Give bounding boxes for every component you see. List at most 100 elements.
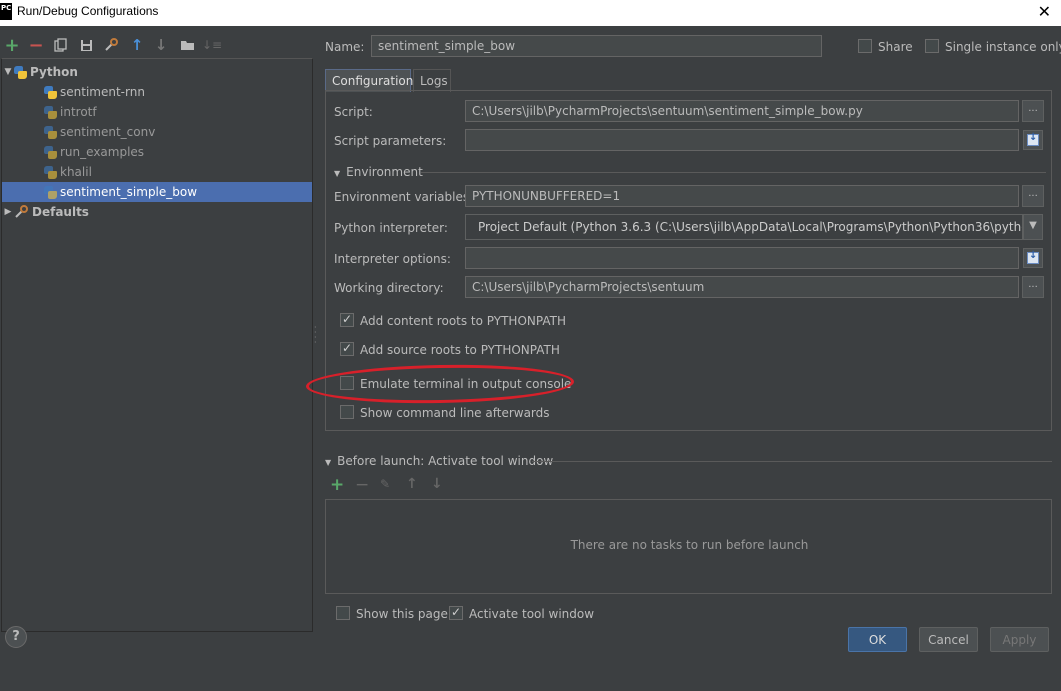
- python-icon: [14, 65, 27, 79]
- python-interpreter-select[interactable]: Project Default (Python 3.6.3 (C:\Users\…: [465, 214, 1023, 240]
- add-content-roots-checkbox[interactable]: ✓: [340, 313, 354, 327]
- tree-item-selected[interactable]: sentiment_simple_bow: [2, 182, 312, 202]
- ok-button[interactable]: OK: [848, 627, 907, 652]
- edit-defaults-icon[interactable]: [102, 34, 120, 56]
- working-directory-browse-button[interactable]: ...: [1022, 276, 1044, 298]
- expanded-arrow-icon: ▼: [334, 169, 341, 178]
- single-instance-label: Single instance only: [945, 40, 1061, 54]
- script-browse-button[interactable]: ...: [1022, 100, 1044, 122]
- single-instance-checkbox[interactable]: [925, 39, 939, 53]
- title-bar: PC Run/Debug Configurations ✕: [0, 0, 1061, 26]
- expanded-arrow-icon[interactable]: ▼: [2, 67, 14, 77]
- move-up-icon[interactable]: ↑: [406, 476, 418, 492]
- python-icon: [44, 165, 57, 179]
- script-parameters-label: Script parameters:: [334, 134, 447, 148]
- working-directory-field[interactable]: C:\Users\jilb\PycharmProjects\sentuum: [465, 276, 1019, 298]
- tree-item-label: introtf: [60, 105, 97, 119]
- share-label: Share: [878, 40, 913, 54]
- tree-group-label: Defaults: [32, 205, 89, 219]
- emulate-terminal-label: Emulate terminal in output console: [360, 377, 572, 391]
- empty-tasks-message: There are no tasks to run before launch: [570, 538, 809, 552]
- tree-item[interactable]: sentiment-rnn: [2, 82, 312, 102]
- close-icon[interactable]: ✕: [1038, 2, 1051, 21]
- copy-icon[interactable]: [52, 34, 70, 56]
- help-icon[interactable]: ?: [5, 626, 27, 648]
- tree-item-label: sentiment_conv: [60, 125, 156, 139]
- move-down-icon[interactable]: ↓: [152, 34, 170, 56]
- section-divider: [421, 172, 1046, 173]
- expand-field-icon[interactable]: [1023, 130, 1043, 150]
- python-icon: [44, 125, 57, 139]
- python-interpreter-label: Python interpreter:: [334, 221, 448, 235]
- add-content-roots-label: Add content roots to PYTHONPATH: [360, 314, 566, 328]
- sort-icon[interactable]: ↓≡: [202, 34, 222, 56]
- show-command-line-label: Show command line afterwards: [360, 406, 550, 420]
- interpreter-options-field[interactable]: [465, 247, 1019, 269]
- emulate-terminal-checkbox[interactable]: [340, 376, 354, 390]
- show-this-page-checkbox[interactable]: [336, 606, 350, 620]
- sidebar-toolbar: + − ↑ ↓ ↓≡: [0, 34, 318, 56]
- tab-configuration[interactable]: Configuration: [325, 69, 413, 92]
- share-checkbox[interactable]: [858, 39, 872, 53]
- pycharm-app-icon: PC: [0, 3, 12, 20]
- folder-icon[interactable]: [178, 34, 196, 56]
- tree-item-label: run_examples: [60, 145, 145, 159]
- edit-icon[interactable]: ✎: [380, 477, 390, 491]
- add-source-roots-checkbox[interactable]: ✓: [340, 342, 354, 356]
- before-launch-section-toggle[interactable]: ▼ Before launch: Activate tool window: [325, 454, 553, 468]
- save-icon[interactable]: [77, 34, 95, 56]
- working-directory-label: Working directory:: [334, 281, 444, 295]
- remove-icon[interactable]: −: [27, 34, 45, 56]
- python-icon: [44, 185, 57, 199]
- tab-logs[interactable]: Logs: [413, 69, 451, 92]
- activate-tool-window-checkbox[interactable]: ✓: [449, 606, 463, 620]
- add-icon[interactable]: +: [330, 475, 344, 495]
- add-icon[interactable]: +: [3, 34, 21, 56]
- window-title: Run/Debug Configurations: [17, 4, 159, 18]
- expand-field-icon[interactable]: [1023, 248, 1043, 268]
- tree-item-label: khalil: [60, 165, 92, 179]
- show-this-page-label: Show this page: [356, 607, 448, 621]
- python-icon: [44, 105, 57, 119]
- configuration-panel: Script: C:\Users\jilb\PycharmProjects\se…: [325, 90, 1052, 431]
- remove-icon[interactable]: −: [355, 475, 369, 495]
- environment-variables-browse-button[interactable]: ...: [1022, 185, 1044, 207]
- configurations-tree: ▼ Python sentiment-rnn introtf sentiment…: [1, 58, 313, 632]
- python-icon: [44, 145, 57, 159]
- tree-group-python[interactable]: ▼ Python: [2, 62, 312, 82]
- tree-item[interactable]: khalil: [2, 162, 312, 182]
- cancel-button[interactable]: Cancel: [919, 627, 978, 652]
- activate-tool-window-label: Activate tool window: [469, 607, 595, 621]
- move-up-icon[interactable]: ↑: [128, 34, 146, 56]
- name-label: Name:: [325, 40, 365, 54]
- collapsed-arrow-icon[interactable]: ▶: [2, 207, 14, 217]
- apply-button[interactable]: Apply: [990, 627, 1049, 652]
- tree-group-label: Python: [30, 65, 78, 79]
- expanded-arrow-icon: ▼: [325, 458, 332, 467]
- splitter-handle[interactable]: · · · ·: [314, 324, 318, 347]
- environment-section-toggle[interactable]: ▼ Environment: [334, 165, 423, 179]
- move-down-icon[interactable]: ↓: [431, 476, 443, 492]
- tree-item[interactable]: introtf: [2, 102, 312, 122]
- tree-item-label: sentiment_simple_bow: [60, 185, 198, 199]
- tree-group-defaults[interactable]: ▶ Defaults: [2, 202, 312, 222]
- python-icon: [44, 85, 57, 99]
- environment-variables-label: Environment variables:: [334, 190, 474, 204]
- before-launch-task-list: There are no tasks to run before launch: [325, 499, 1052, 594]
- environment-variables-field[interactable]: PYTHONUNBUFFERED=1: [465, 185, 1019, 207]
- configurations-sidebar: + − ↑ ↓ ↓≡ ▼ Python sentiment-rnn introt…: [0, 26, 318, 634]
- interpreter-options-label: Interpreter options:: [334, 252, 451, 266]
- defaults-wrench-icon: [14, 205, 28, 219]
- script-label: Script:: [334, 105, 373, 119]
- show-command-line-checkbox[interactable]: [340, 405, 354, 419]
- configuration-editor: Name: sentiment_simple_bow Share Single …: [320, 26, 1061, 634]
- add-source-roots-label: Add source roots to PYTHONPATH: [360, 343, 560, 357]
- tree-item[interactable]: sentiment_conv: [2, 122, 312, 142]
- chevron-down-icon[interactable]: ▼: [1023, 214, 1043, 240]
- section-divider: [532, 461, 1052, 462]
- name-field[interactable]: sentiment_simple_bow: [371, 35, 822, 57]
- tree-item[interactable]: run_examples: [2, 142, 312, 162]
- script-field[interactable]: C:\Users\jilb\PycharmProjects\sentuum\se…: [465, 100, 1019, 122]
- tree-item-label: sentiment-rnn: [60, 85, 145, 99]
- script-parameters-field[interactable]: [465, 129, 1019, 151]
